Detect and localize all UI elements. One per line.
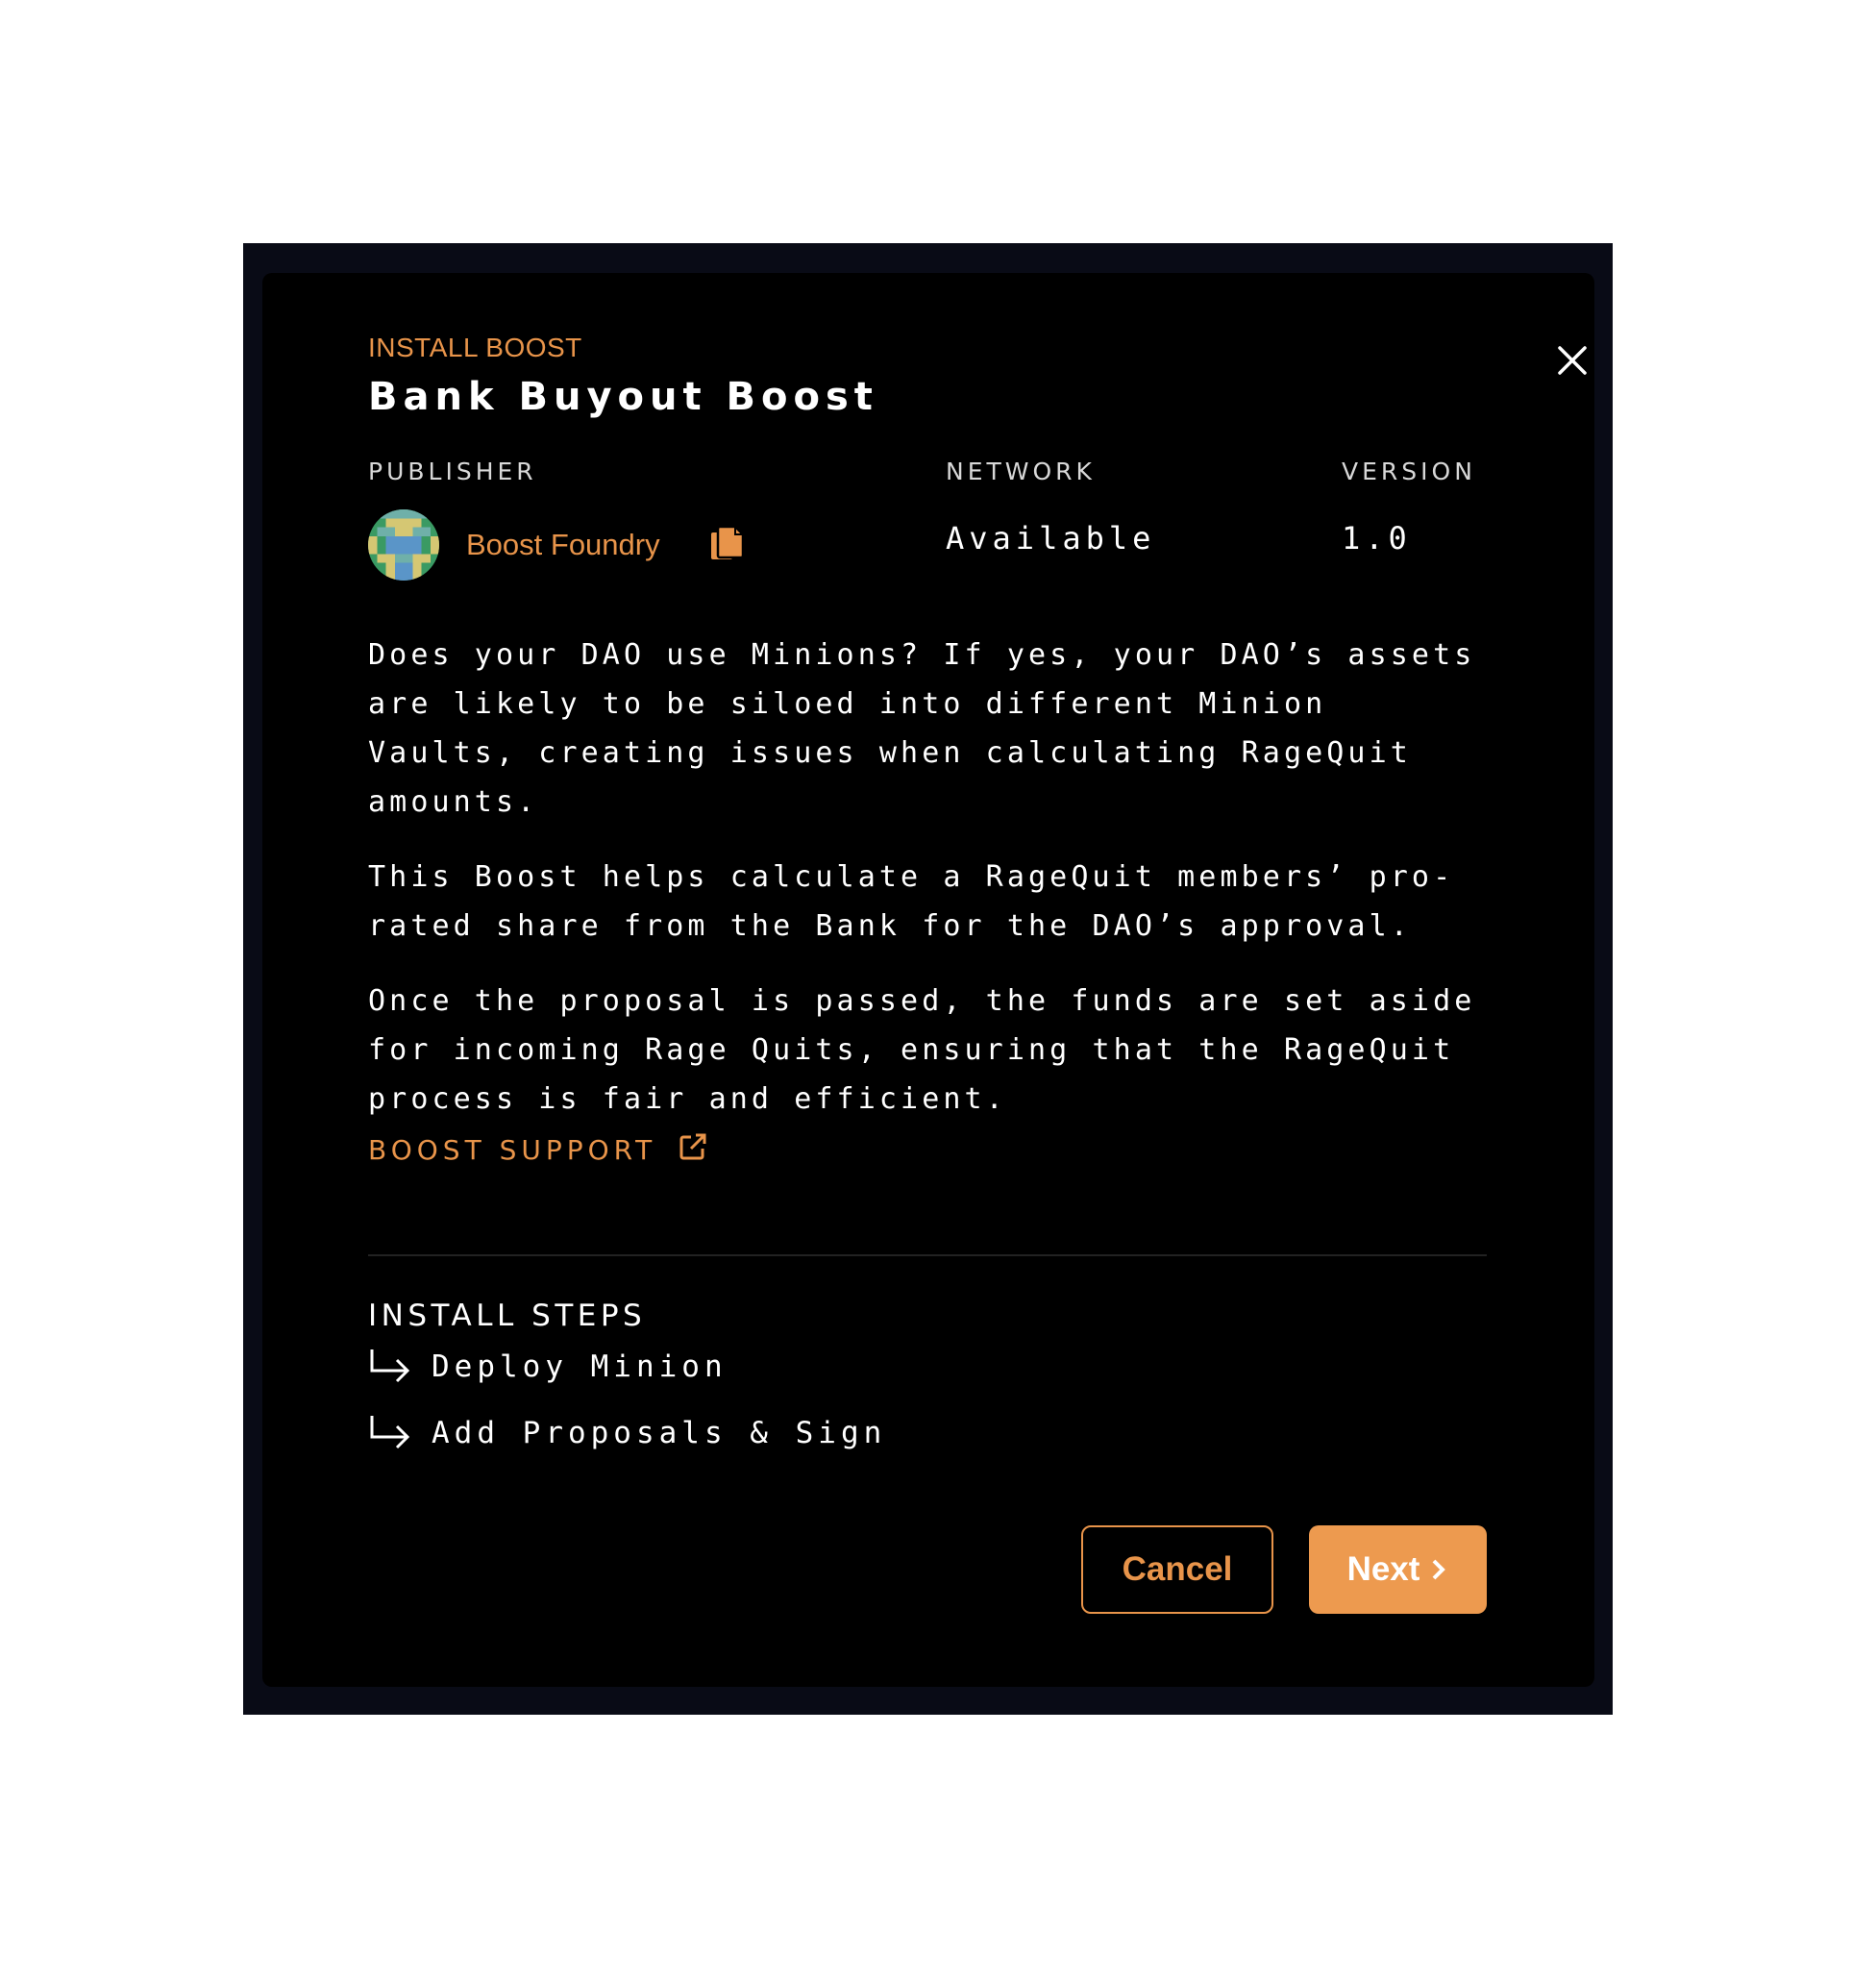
arrow-return-right-icon [370, 1416, 410, 1449]
publisher-avatar [368, 509, 439, 581]
close-icon[interactable] [1556, 344, 1589, 377]
section-divider [368, 1254, 1487, 1256]
install-boost-modal: INSTALL BOOST Bank Buyout Boost PUBLISHE… [262, 273, 1594, 1687]
cancel-button[interactable]: Cancel [1081, 1525, 1273, 1614]
network-label: NETWORK [946, 458, 1096, 485]
boost-description: Does your DAO use Minions? If yes, your … [368, 631, 1487, 1150]
publisher-name-link[interactable]: Boost Foundry [466, 528, 660, 562]
install-step-label: Add Proposals & Sign [432, 1416, 887, 1450]
copy-icon[interactable] [711, 525, 744, 561]
install-step-label: Deploy Minion [432, 1349, 728, 1384]
install-steps-heading: INSTALL STEPS [368, 1299, 647, 1333]
description-paragraph-3: Once the proposal is passed, the funds a… [368, 984, 1476, 1116]
next-button[interactable]: Next [1309, 1525, 1487, 1614]
description-paragraph-1: Does your DAO use Minions? If yes, your … [368, 638, 1476, 819]
boost-support-link[interactable]: BOOST SUPPORT [368, 1133, 708, 1166]
network-value: Available [946, 520, 1156, 557]
version-label: VERSION [1342, 458, 1476, 485]
chevron-right-icon [1433, 1559, 1446, 1580]
modal-eyebrow: INSTALL BOOST [368, 333, 582, 362]
description-paragraph-2: This Boost helps calculate a RageQuit me… [368, 860, 1455, 943]
publisher-label: PUBLISHER [368, 458, 537, 485]
install-step-2: Add Proposals & Sign [368, 1412, 886, 1454]
install-step-1: Deploy Minion [368, 1346, 728, 1388]
arrow-return-right-icon [370, 1349, 410, 1383]
next-button-label: Next [1346, 1550, 1420, 1588]
version-value: 1.0 [1342, 520, 1412, 557]
modal-title: Bank Buyout Boost [368, 375, 878, 419]
boost-support-label: BOOST SUPPORT [368, 1134, 657, 1166]
external-link-icon [679, 1133, 706, 1159]
cancel-button-label: Cancel [1122, 1550, 1233, 1588]
